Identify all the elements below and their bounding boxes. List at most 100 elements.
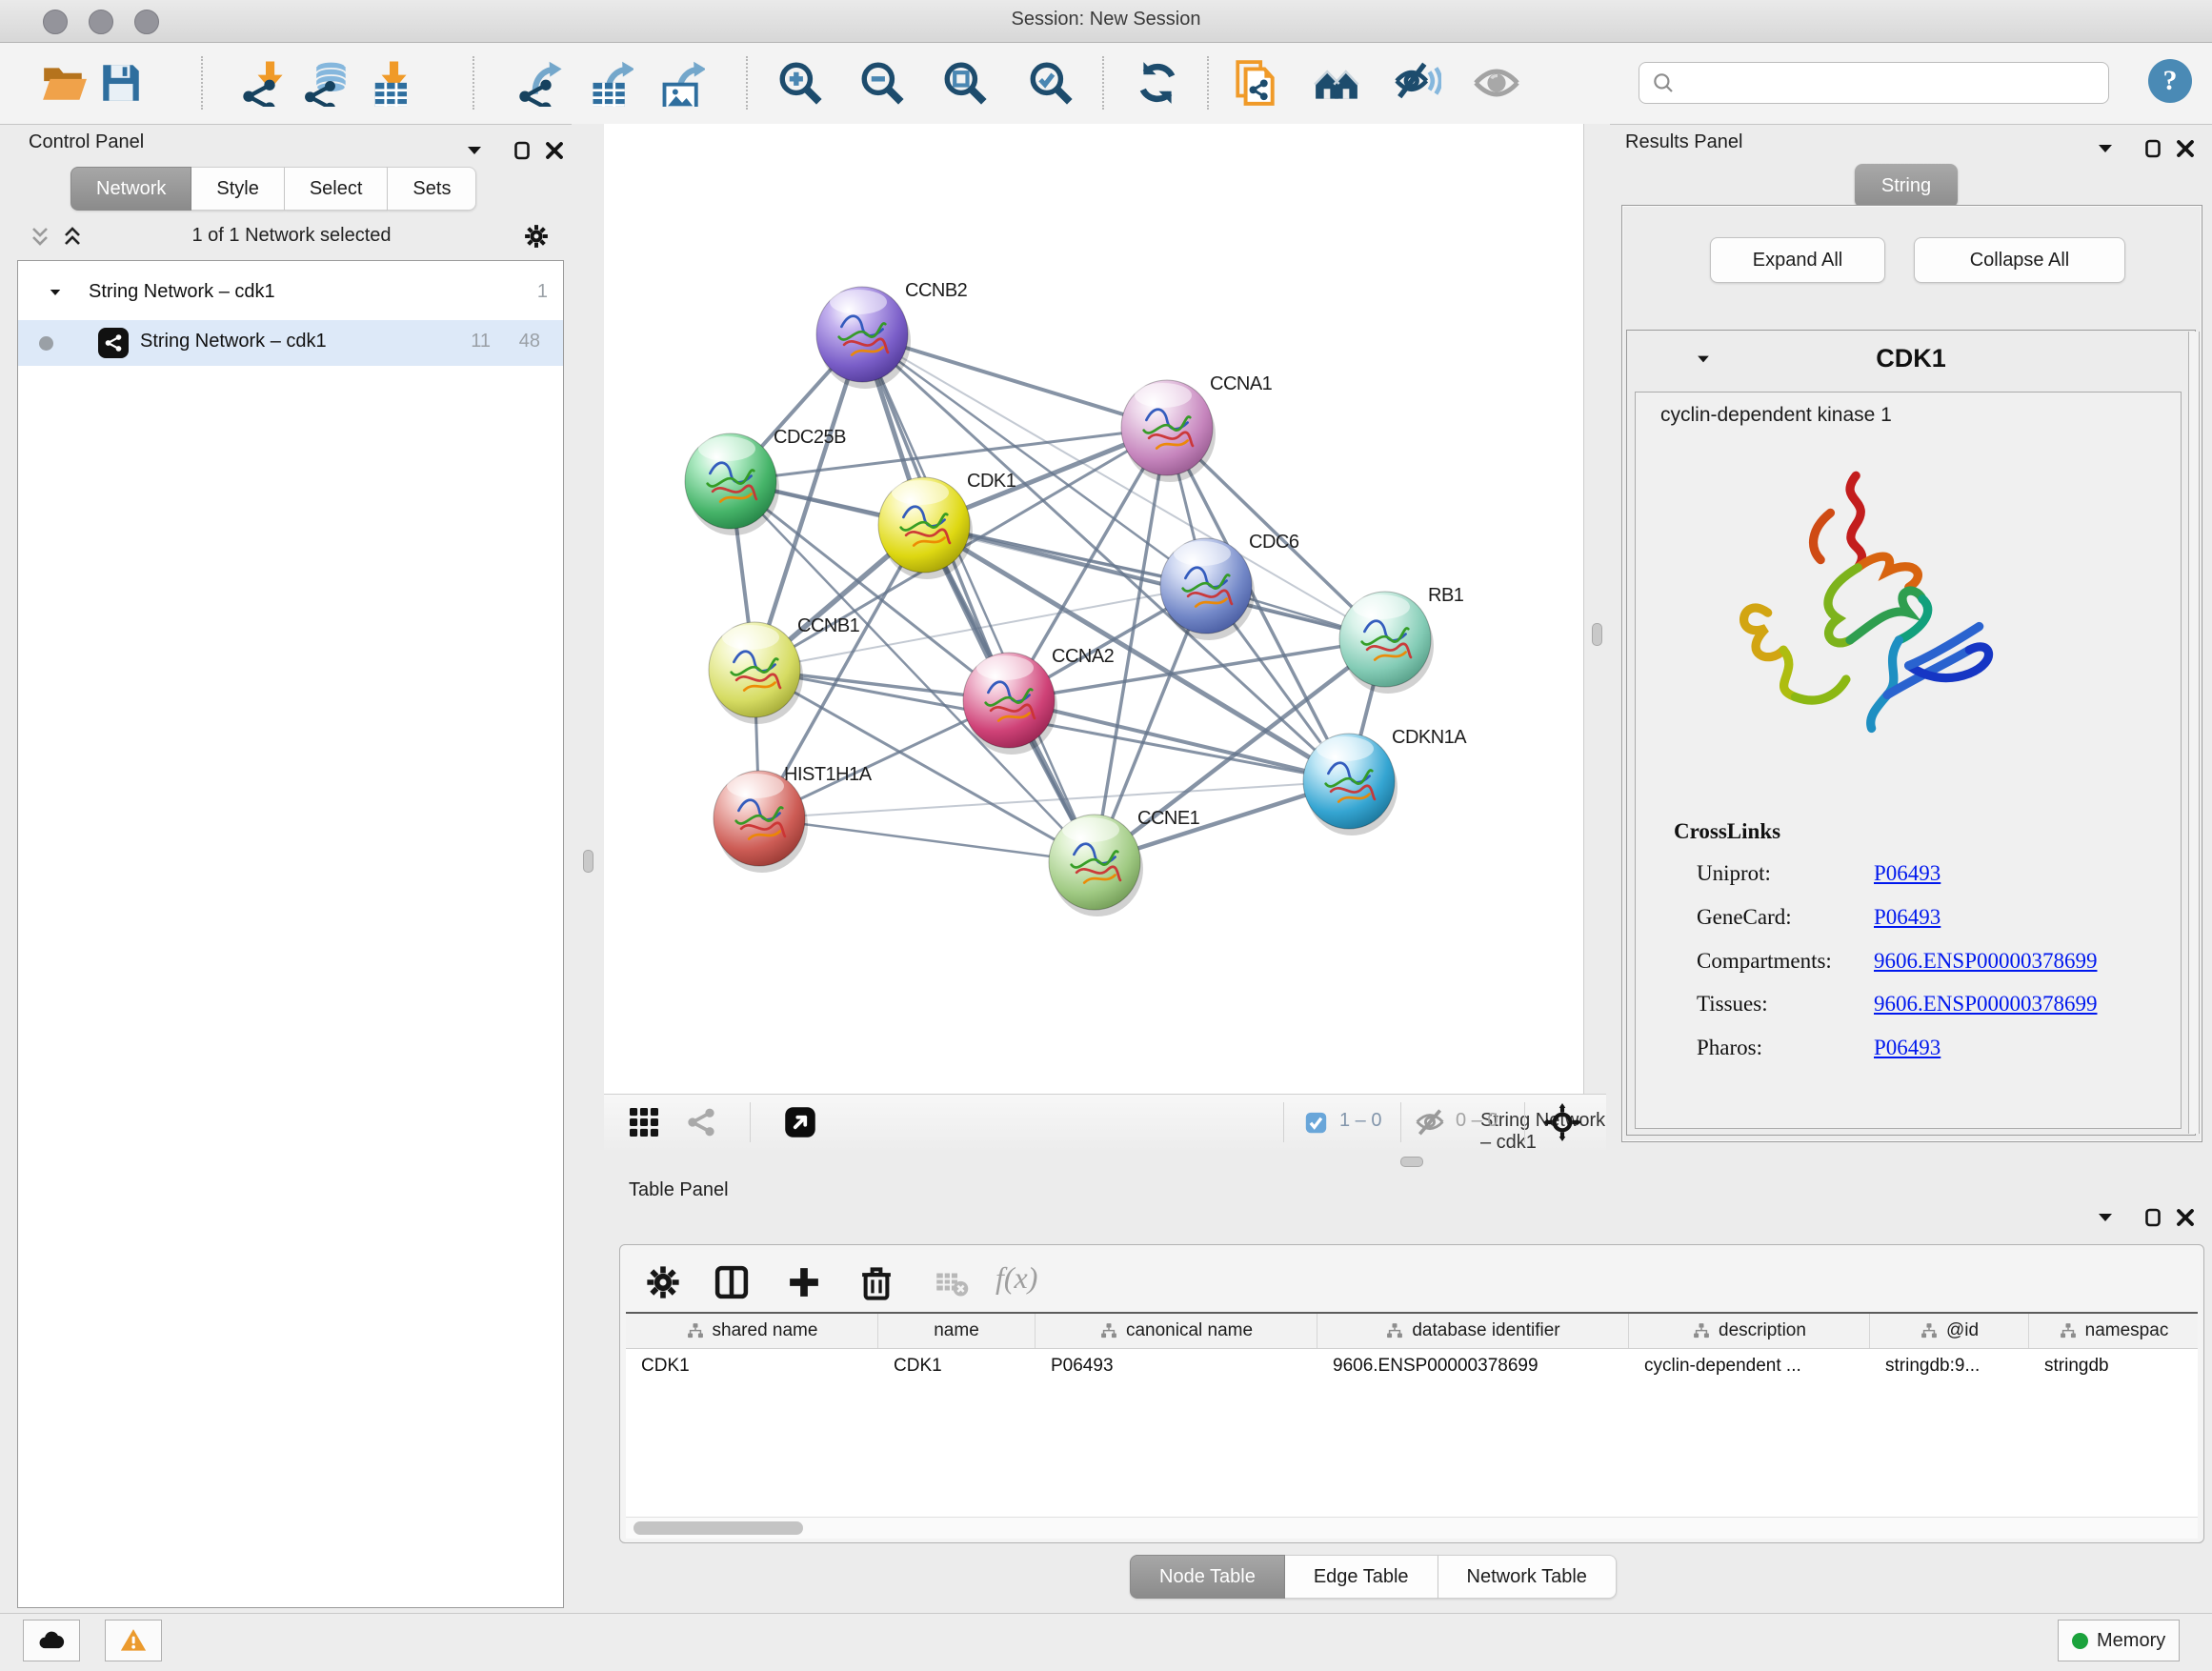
- crosslink-link[interactable]: 9606.ENSP00000378699: [1874, 949, 2098, 974]
- results-panel-float-button[interactable]: [2142, 137, 2164, 160]
- tab-style[interactable]: Style: [191, 167, 284, 211]
- share-network-icon[interactable]: [684, 1105, 718, 1139]
- tab-sets[interactable]: Sets: [388, 167, 476, 211]
- import-network-database-button[interactable]: [299, 58, 349, 108]
- selected-nodes-checkbox-icon[interactable]: [1303, 1110, 1329, 1136]
- table-settings-gear-icon[interactable]: [643, 1262, 683, 1302]
- node-details-header[interactable]: CDK1: [1627, 331, 2195, 392]
- export-network-button[interactable]: [513, 58, 563, 108]
- hidden-eye-slash-icon[interactable]: [1414, 1107, 1446, 1139]
- horizontal-splitter-knob[interactable]: [1400, 1157, 1423, 1167]
- column-type-icon: [686, 1321, 705, 1340]
- results-scrollbar[interactable]: [2188, 332, 2200, 1134]
- search-input[interactable]: [1683, 71, 2097, 94]
- tab-node-table[interactable]: Node Table: [1130, 1555, 1285, 1599]
- zoom-selected-button[interactable]: [1026, 58, 1076, 108]
- cell-database-identifier[interactable]: 9606.ENSP00000378699: [1317, 1349, 1629, 1383]
- column-header[interactable]: namespac: [2029, 1314, 2198, 1348]
- results-panel-close-button[interactable]: [2174, 137, 2197, 160]
- help-button[interactable]: ?: [2148, 59, 2192, 103]
- results-panel-menu-caret[interactable]: [2094, 137, 2117, 160]
- right-splitter-knob[interactable]: [1592, 623, 1602, 646]
- crosslinks-title: CrossLinks: [1674, 819, 1780, 844]
- right-splitter[interactable]: [1583, 124, 1610, 1094]
- control-panel-menu-caret[interactable]: [463, 139, 486, 162]
- cell-canonical-name[interactable]: P06493: [1036, 1349, 1317, 1383]
- save-session-button[interactable]: [96, 58, 146, 108]
- network-tree: String Network – cdk1 1 String Network –…: [17, 260, 564, 1608]
- show-structures-button[interactable]: [1472, 58, 1521, 108]
- show-columns-icon[interactable]: [712, 1262, 752, 1302]
- column-header[interactable]: description: [1629, 1314, 1870, 1348]
- zoom-in-button[interactable]: [775, 58, 825, 108]
- svg-text:CDC25B: CDC25B: [774, 427, 846, 448]
- string-network-graph[interactable]: CCNB2CCNA1CDC25BCDK1CDC6RB1CCNB1CCNA2CDK…: [604, 124, 1583, 1094]
- network-canvas[interactable]: CCNB2CCNA1CDC25BCDK1CDC6RB1CCNB1CCNA2CDK…: [604, 124, 1584, 1094]
- delete-column-icon[interactable]: [856, 1262, 896, 1302]
- expand-all-button[interactable]: Expand All: [1710, 237, 1885, 283]
- control-panel-float-button[interactable]: [511, 139, 533, 162]
- cell-description[interactable]: cyclin-dependent ...: [1629, 1349, 1870, 1383]
- cell-shared-name[interactable]: CDK1: [626, 1349, 878, 1383]
- network-collection-row[interactable]: String Network – cdk1 1: [18, 271, 563, 316]
- string-query-button[interactable]: [1231, 58, 1280, 108]
- crosslink-link[interactable]: P06493: [1874, 861, 1941, 886]
- column-type-icon: [1099, 1321, 1118, 1340]
- hide-glass-effect-button[interactable]: [1393, 58, 1442, 108]
- memory-button[interactable]: Memory: [2058, 1620, 2180, 1661]
- main-toolbar: ?: [0, 43, 2212, 125]
- collapse-all-button[interactable]: Collapse All: [1914, 237, 2125, 283]
- crosslink-label: Compartments:: [1697, 949, 1832, 973]
- crosslink-link[interactable]: P06493: [1874, 1036, 1941, 1060]
- table-row[interactable]: CDK1 CDK1 P06493 9606.ENSP00000378699 cy…: [626, 1349, 2198, 1383]
- crosslink-link[interactable]: P06493: [1874, 905, 1941, 930]
- svg-text:CCNB1: CCNB1: [797, 615, 860, 636]
- horizontal-splitter[interactable]: [604, 1149, 2212, 1174]
- tab-edge-table[interactable]: Edge Table: [1285, 1555, 1438, 1599]
- table-horizontal-scrollbar[interactable]: [626, 1517, 2198, 1539]
- network-row-selected[interactable]: String Network – cdk1 11 48: [18, 320, 563, 366]
- crosslink-row: Compartments:9606.ENSP00000378699: [1697, 949, 1832, 974]
- zoom-fit-button[interactable]: [940, 58, 990, 108]
- tab-select[interactable]: Select: [285, 167, 389, 211]
- left-splitter[interactable]: [572, 124, 604, 1094]
- column-header[interactable]: @id: [1870, 1314, 2029, 1348]
- column-header[interactable]: canonical name: [1036, 1314, 1317, 1348]
- string-home-button[interactable]: [1312, 58, 1361, 108]
- column-header[interactable]: name: [878, 1314, 1036, 1348]
- control-panel-close-button[interactable]: [543, 139, 566, 162]
- network-options-gear-icon[interactable]: [522, 222, 551, 251]
- open-session-button[interactable]: [39, 58, 89, 108]
- birdseye-toggle-icon[interactable]: [783, 1105, 817, 1139]
- add-column-icon[interactable]: [784, 1262, 824, 1302]
- tab-network[interactable]: Network: [70, 167, 191, 211]
- zoom-out-button[interactable]: [857, 58, 907, 108]
- import-table-button[interactable]: [361, 58, 411, 108]
- cloud-button[interactable]: [23, 1620, 80, 1661]
- grid-layout-icon[interactable]: [627, 1105, 661, 1139]
- export-table-button[interactable]: [585, 58, 634, 108]
- table-panel-menu-caret[interactable]: [2094, 1206, 2117, 1229]
- crosslink-link[interactable]: 9606.ENSP00000378699: [1874, 992, 2098, 1017]
- tab-string[interactable]: String: [1855, 164, 1958, 208]
- refresh-button[interactable]: [1133, 58, 1182, 108]
- tab-network-table[interactable]: Network Table: [1438, 1555, 1617, 1599]
- search-icon: [1651, 70, 1676, 95]
- table-scrollbar-thumb[interactable]: [633, 1521, 803, 1535]
- table-panel-title: Table Panel: [629, 1179, 729, 1201]
- table-panel-close-button[interactable]: [2174, 1206, 2197, 1229]
- crosshair-icon[interactable]: [1543, 1103, 1581, 1141]
- memory-status-dot: [2072, 1633, 2088, 1649]
- cell-id[interactable]: stringdb:9...: [1870, 1349, 2029, 1383]
- cell-name[interactable]: CDK1: [878, 1349, 1036, 1383]
- collection-expand-caret[interactable]: [47, 284, 64, 301]
- warnings-button[interactable]: [105, 1620, 162, 1661]
- import-network-file-button[interactable]: [237, 58, 287, 108]
- table-panel-float-button[interactable]: [2142, 1206, 2164, 1229]
- column-header[interactable]: shared name: [626, 1314, 878, 1348]
- left-splitter-knob[interactable]: [583, 850, 593, 873]
- export-image-button[interactable]: [656, 58, 706, 108]
- netbar-separator: [1524, 1102, 1525, 1142]
- cell-namespace[interactable]: stringdb: [2029, 1349, 2198, 1383]
- column-header[interactable]: database identifier: [1317, 1314, 1629, 1348]
